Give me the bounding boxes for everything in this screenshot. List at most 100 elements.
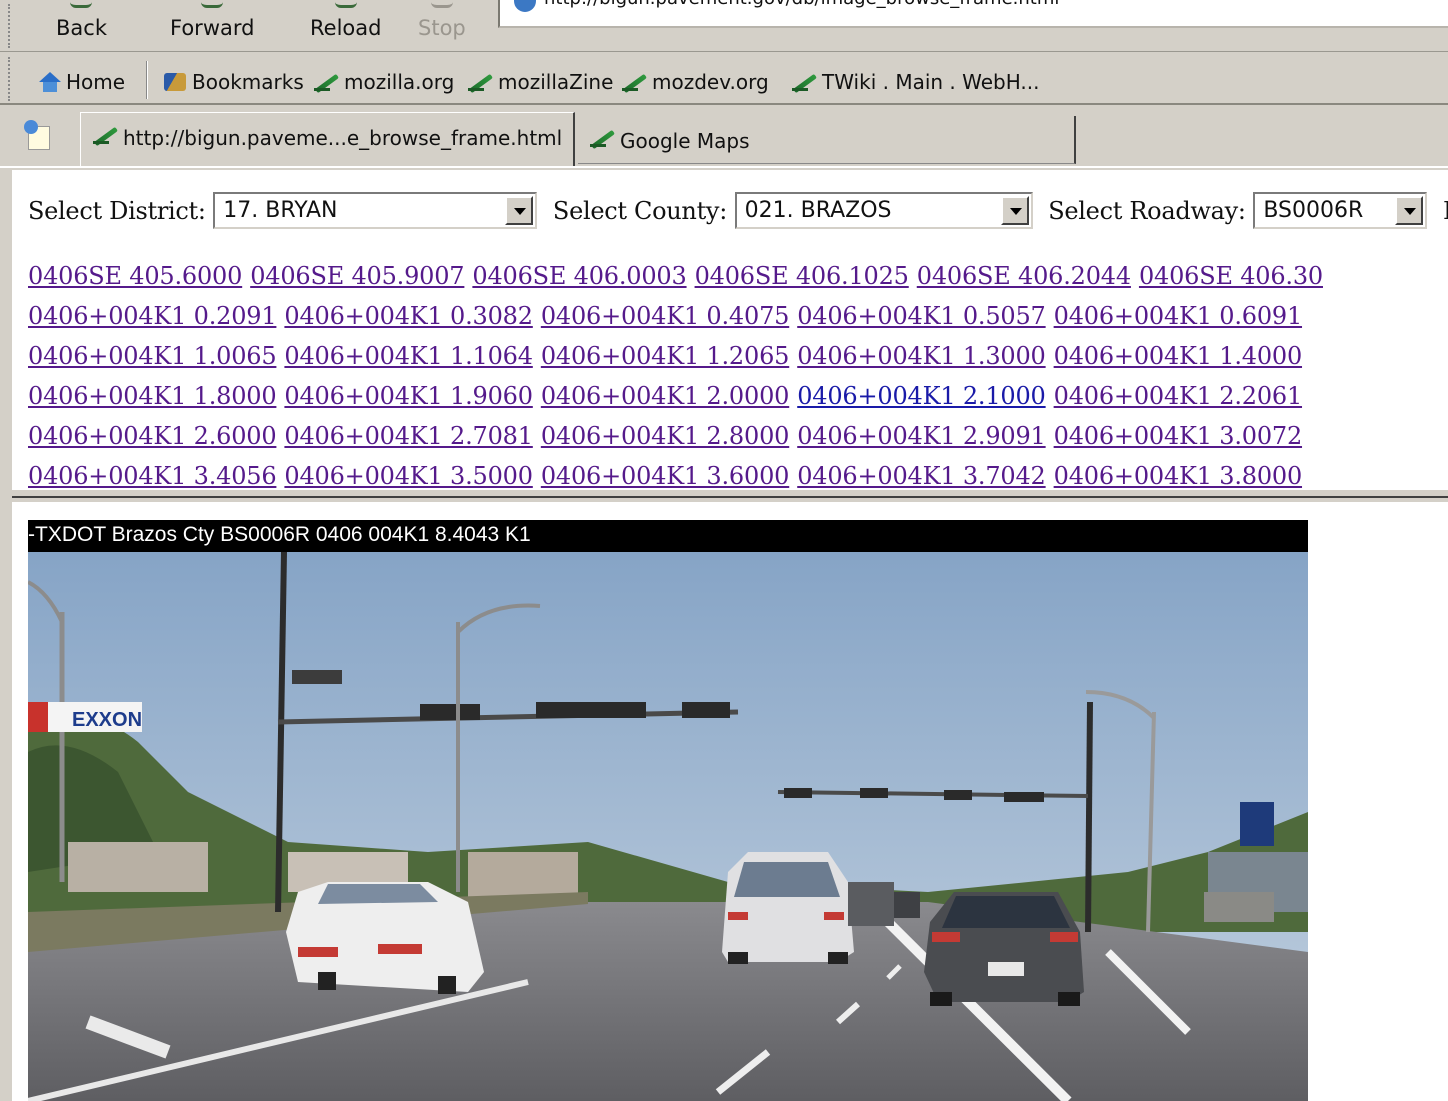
page-content: Select District: 17. BRYAN Select County… — [0, 170, 1448, 1101]
back-arrow-icon — [70, 2, 93, 8]
bookmarks-menu-button[interactable]: Bookmarks — [160, 70, 304, 94]
bookmark-icon — [620, 73, 650, 91]
traffic-signal — [860, 788, 888, 798]
section-link-current[interactable]: 0406+004K1 2.1000 — [797, 382, 1046, 410]
link-row: 0406+004K1 3.4056 0406+004K1 3.5000 0406+0… — [28, 462, 1448, 490]
site-globe-icon — [514, 0, 536, 12]
district-select[interactable]: 17. BRYAN — [213, 192, 538, 229]
forward-button[interactable]: Forward — [170, 5, 255, 40]
section-link[interactable]: 0406+004K1 1.8000 — [28, 382, 277, 410]
section-link[interactable]: 0406+004K1 3.6000 — [541, 462, 790, 490]
back-button[interactable]: Back — [56, 5, 107, 40]
section-link[interactable]: 0406+004K1 1.3000 — [797, 342, 1046, 370]
bookmark-label: mozdev.org — [652, 70, 769, 94]
bookmark-mozilla-org[interactable]: mozilla.org — [312, 70, 454, 94]
section-link[interactable]: 0406SE 405.9007 — [250, 262, 464, 290]
traffic-signal — [536, 702, 646, 718]
section-link[interactable]: 0406+004K1 2.2061 — [1054, 382, 1303, 410]
tab-strip: http://bigun.paveme...e_browse_frame.htm… — [0, 106, 1448, 168]
bookmark-mozdev-org[interactable]: mozdev.org — [620, 70, 769, 94]
bookmarks-icon — [160, 71, 190, 93]
section-link[interactable]: 0406+004K1 1.0065 — [28, 342, 277, 370]
bookmark-label: mozillaZine — [498, 70, 614, 94]
chevron-down-icon[interactable] — [1395, 196, 1424, 225]
forward-arrow-icon — [201, 2, 224, 8]
bookmark-mozillazine[interactable]: mozillaZine — [466, 70, 613, 94]
image-caption: -TXDOT Brazos Cty BS0006R 0406 004K1 8.4… — [28, 520, 1308, 552]
section-link[interactable]: 0406SE 406.0003 — [472, 262, 686, 290]
bookmark-icon — [466, 73, 496, 91]
section-link[interactable]: 0406+004K1 0.6091 — [1054, 302, 1303, 330]
reload-button[interactable]: Reload — [310, 5, 382, 40]
section-link[interactable]: 0406+004K1 1.1064 — [284, 342, 533, 370]
section-link[interactable]: 0406+004K1 0.3082 — [284, 302, 533, 330]
link-row: 0406+004K1 0.2091 0406+004K1 0.3082 0406+0… — [28, 302, 1448, 342]
section-link[interactable]: 0406+004K1 2.8000 — [541, 422, 790, 450]
section-link[interactable]: 0406SE 406.2044 — [917, 262, 1131, 290]
light-pole — [1085, 701, 1093, 933]
road-scene-photo: EXXON — [28, 552, 1308, 1101]
building — [68, 842, 208, 892]
section-link[interactable]: 0406+004K1 2.0000 — [541, 382, 790, 410]
url-bar[interactable]: http://bigun.pavement.gov/db/image_brows… — [498, 0, 1448, 28]
section-link[interactable]: 0406+004K1 1.2065 — [541, 342, 790, 370]
frame-divider[interactable] — [12, 496, 1448, 502]
roadway-label: Select Roadway: — [1048, 196, 1246, 225]
tab-google-maps[interactable]: Google Maps — [578, 116, 1076, 164]
chevron-down-icon[interactable] — [505, 196, 534, 225]
district-value: 17. BRYAN — [223, 198, 338, 223]
link-row: 0406SE 405.6000 0406SE 405.9007 0406SE 406… — [28, 262, 1448, 302]
bookmark-twiki[interactable]: TWiki . Main . WebH... — [790, 70, 1040, 94]
street-sign — [292, 670, 342, 684]
section-link[interactable]: 0406+004K1 3.5000 — [284, 462, 533, 490]
home-icon — [38, 72, 62, 92]
section-link[interactable]: 0406+004K1 0.4075 — [541, 302, 790, 330]
section-link[interactable]: 0406+004K1 1.4000 — [1054, 342, 1303, 370]
toolbar-grip[interactable] — [8, 4, 14, 48]
section-link[interactable]: 0406SE 406.1025 — [695, 262, 909, 290]
personal-toolbar: Home Bookmarks mozilla.org mozillaZine m… — [0, 53, 1448, 105]
toolbar-grip[interactable] — [8, 57, 14, 101]
traffic-signal — [784, 788, 812, 798]
page-icon — [588, 129, 618, 147]
roadway-value: BS0006R — [1263, 198, 1364, 223]
section-link[interactable]: 0406SE 405.6000 — [28, 262, 242, 290]
stop-button[interactable]: Stop — [418, 5, 466, 40]
county-select[interactable]: 021. BRAZOS — [734, 192, 1033, 229]
stop-button-label: Stop — [418, 16, 466, 40]
navigation-toolbar: Back Forward Reload Stop http://bigun.pa… — [0, 0, 1448, 52]
bookmark-label: TWiki . Main . WebH... — [822, 70, 1040, 94]
reload-button-label: Reload — [310, 16, 382, 40]
traffic-signal — [420, 704, 480, 720]
home-button[interactable]: Home — [38, 70, 125, 94]
section-link[interactable]: 0406+004K1 3.8000 — [1054, 462, 1303, 490]
section-link-grid: 0406SE 405.6000 0406SE 405.9007 0406SE 406… — [28, 262, 1448, 490]
forward-button-label: Forward — [170, 16, 255, 40]
section-link[interactable]: 0406+004K1 0.5057 — [797, 302, 1046, 330]
county-value: 021. BRAZOS — [744, 198, 892, 223]
bookmark-icon — [790, 73, 820, 91]
new-tab-icon[interactable] — [24, 120, 54, 150]
county-label: Select County: — [552, 196, 727, 225]
roadway-select[interactable]: BS0006R — [1253, 192, 1428, 229]
selector-frame: Select District: 17. BRYAN Select County… — [12, 170, 1448, 496]
white-sedan-left — [286, 882, 484, 994]
section-link[interactable]: 0406+004K1 3.4056 — [28, 462, 277, 490]
section-link[interactable]: 0406SE 406.30 — [1139, 262, 1323, 290]
traffic-signal — [682, 702, 730, 718]
section-link[interactable]: 0406+004K1 2.6000 — [28, 422, 277, 450]
chevron-down-icon[interactable] — [1000, 196, 1029, 225]
section-link[interactable]: 0406+004K1 2.9091 — [797, 422, 1046, 450]
section-link[interactable]: 0406+004K1 3.0072 — [1054, 422, 1303, 450]
section-link[interactable]: 0406+004K1 2.7081 — [284, 422, 533, 450]
road-sign — [1240, 802, 1274, 846]
white-minivan-center — [722, 852, 854, 964]
section-link[interactable]: 0406+004K1 0.2091 — [28, 302, 277, 330]
url-text[interactable]: http://bigun.pavement.gov/db/image_brows… — [544, 0, 1059, 9]
section-link[interactable]: 0406+004K1 3.7042 — [797, 462, 1046, 490]
gas-station-sign-text: EXXON — [72, 709, 142, 731]
tab-image-browse[interactable]: http://bigun.paveme...e_browse_frame.htm… — [80, 112, 575, 166]
section-link[interactable]: 0406+004K1 1.9060 — [284, 382, 533, 410]
reload-icon — [334, 2, 357, 8]
bookmarks-label: Bookmarks — [192, 70, 304, 94]
